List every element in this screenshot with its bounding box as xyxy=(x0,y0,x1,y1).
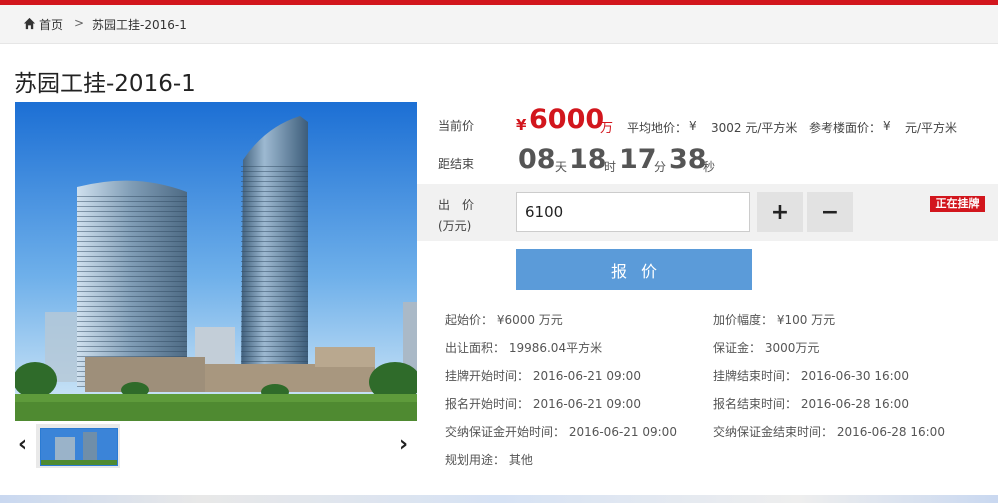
breadcrumb: 首页 > 苏园工挂-2016-1 xyxy=(0,5,998,44)
signup-start-info: 报名开始时间： 2016-06-21 09:00 xyxy=(445,397,641,411)
current-price-value: 6000 xyxy=(529,104,605,135)
deposit-info: 保证金： 3000万元 xyxy=(713,341,820,355)
chevron-right-icon[interactable]: › xyxy=(399,432,408,457)
photo-gallery: ‹ › xyxy=(15,424,417,468)
decrease-bid-button[interactable]: − xyxy=(807,192,853,232)
listing-start-info: 挂牌开始时间： 2016-06-21 09:00 xyxy=(445,369,641,383)
area-info: 出让面积： 19986.04平方米 xyxy=(445,341,603,355)
deposit-start-info: 交纳保证金开始时间： 2016-06-21 09:00 xyxy=(445,425,677,439)
bid-amount-input[interactable] xyxy=(516,192,750,232)
increase-bid-button[interactable]: + xyxy=(757,192,803,232)
countdown-hours: 18 xyxy=(569,144,607,175)
countdown-seconds: 38 xyxy=(669,144,707,175)
home-icon xyxy=(23,17,36,30)
deposit-end-info: 交纳保证金结束时间： 2016-06-28 16:00 xyxy=(713,425,945,439)
usage-info: 规划用途： 其他 xyxy=(445,453,533,467)
current-price-label: 当前价 xyxy=(438,119,475,133)
countdown-minutes: 17 xyxy=(619,144,657,175)
countdown-days-unit: 天 xyxy=(555,160,568,174)
page-title: 苏园工挂-2016-1 xyxy=(14,71,196,97)
bid-label: 出 价 xyxy=(438,198,475,212)
bid-unit-label: (万元) xyxy=(438,219,472,233)
gallery-thumbnail[interactable] xyxy=(36,424,120,468)
ref-floor-price-label: 参考楼面价： xyxy=(809,121,882,135)
avg-land-price-value: 3002 元/平方米 xyxy=(711,121,798,135)
chevron-left-icon[interactable]: ‹ xyxy=(18,432,27,457)
status-badge: 正在挂牌 xyxy=(930,196,985,212)
countdown-minutes-unit: 分 xyxy=(654,160,667,174)
bottom-edge xyxy=(0,495,998,503)
breadcrumb-current: 苏园工挂-2016-1 xyxy=(92,18,187,32)
listing-end-info: 挂牌结束时间： 2016-06-30 16:00 xyxy=(713,369,909,383)
countdown-days: 08 xyxy=(518,144,556,175)
countdown-seconds-unit: 秒 xyxy=(703,160,716,174)
ref-floor-price-currency: ¥ xyxy=(883,119,891,133)
avg-land-price-label: 平均地价： xyxy=(627,121,688,135)
signup-end-info: 报名结束时间： 2016-06-28 16:00 xyxy=(713,397,909,411)
breadcrumb-home-link[interactable]: 首页 xyxy=(39,16,63,33)
price-currency: ¥ xyxy=(516,116,527,134)
increment-info: 加价幅度： ¥100 万元 xyxy=(713,313,836,327)
countdown-label: 距结束 xyxy=(438,157,475,171)
ref-floor-price-value: 元/平方米 xyxy=(905,121,958,135)
breadcrumb-separator: > xyxy=(74,16,85,30)
countdown-hours-unit: 时 xyxy=(604,160,617,174)
quote-button[interactable]: 报价 xyxy=(516,249,752,290)
price-unit: 万 xyxy=(600,121,614,136)
avg-land-price-currency: ¥ xyxy=(689,119,697,133)
main-photo xyxy=(15,102,417,421)
start-price-info: 起始价： ¥6000 万元 xyxy=(445,313,563,327)
